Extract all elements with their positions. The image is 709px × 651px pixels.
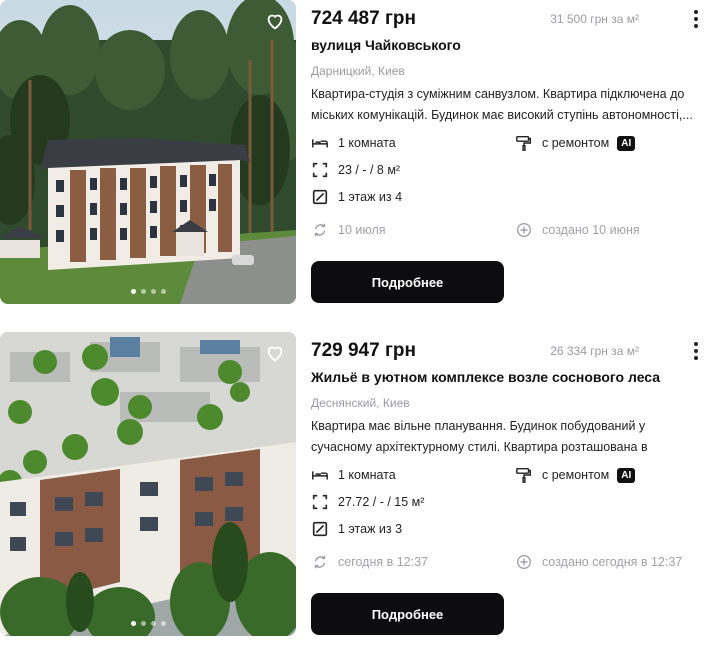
- complex-photo: [0, 332, 296, 636]
- condition-value: с ремонтом: [542, 136, 610, 150]
- favorite-heart-icon[interactable]: [264, 10, 286, 32]
- ai-badge: AI: [617, 135, 636, 151]
- area-corners-icon: [312, 162, 328, 178]
- floor-value: 1 этаж из 3: [338, 522, 403, 536]
- listing-info: 729 947 грн 26 334 грн за м² Жильё в уют…: [311, 332, 709, 636]
- stairs-icon: [312, 189, 328, 205]
- created-value: создано 10 июня: [542, 223, 640, 237]
- area-value: 27.72 / - / 15 м²: [338, 495, 425, 509]
- listing-card[interactable]: 724 487 грн 31 500 грн за м² вулиця Чайк…: [0, 0, 709, 304]
- listing-photo[interactable]: [0, 332, 296, 636]
- rooms-value: 1 комната: [338, 136, 396, 150]
- updated-row: сегодня в 12:37: [311, 553, 428, 571]
- listing-photo[interactable]: [0, 0, 296, 304]
- listing-title[interactable]: Жильё в уютном комплексе возле соснового…: [311, 369, 660, 385]
- price-per-m2: 31 500 грн за м²: [550, 12, 639, 26]
- area-value: 23 / - / 8 м²: [338, 163, 401, 177]
- area-row: 23 / - / 8 м²: [311, 161, 400, 179]
- created-row: создано сегодня в 12:37: [515, 553, 682, 571]
- photo-dot[interactable]: [140, 289, 146, 294]
- photo-dot[interactable]: [160, 289, 166, 294]
- favorite-heart-icon[interactable]: [264, 342, 286, 364]
- listing-location: Деснянский, Киев: [311, 396, 410, 410]
- condition-value: с ремонтом: [542, 468, 610, 482]
- refresh-icon: [314, 555, 326, 569]
- stairs-icon: [312, 521, 328, 537]
- plus-circle-icon: [516, 222, 532, 238]
- updated-value: сегодня в 12:37: [338, 555, 428, 569]
- photo-pagination: [0, 621, 296, 626]
- photo-dot[interactable]: [130, 289, 136, 294]
- rooms-value: 1 комната: [338, 468, 396, 482]
- bed-icon: [312, 139, 328, 148]
- condition-row: с ремонтом AI: [515, 134, 636, 152]
- paint-roller-icon: [516, 135, 532, 151]
- photo-dot[interactable]: [160, 621, 166, 626]
- building-photo: [0, 0, 296, 304]
- price-per-m2: 26 334 грн за м²: [550, 344, 639, 358]
- floor-row: 1 этаж из 3: [311, 520, 402, 538]
- paint-roller-icon: [516, 467, 532, 483]
- more-options-icon[interactable]: [693, 342, 699, 360]
- plus-circle-icon: [516, 554, 532, 570]
- rooms-row: 1 комната: [311, 134, 396, 152]
- created-row: создано 10 июня: [515, 221, 640, 239]
- ai-badge: AI: [617, 467, 636, 483]
- details-button[interactable]: Подробнее: [311, 261, 504, 303]
- listing-price: 724 487 грн: [311, 8, 416, 29]
- area-corners-icon: [312, 494, 328, 510]
- refresh-icon: [314, 223, 326, 237]
- photo-dot[interactable]: [140, 621, 146, 626]
- condition-row: с ремонтом AI: [515, 466, 636, 484]
- details-button[interactable]: Подробнее: [311, 593, 504, 635]
- listing-card[interactable]: 729 947 грн 26 334 грн за м² Жильё в уют…: [0, 332, 709, 636]
- rooms-row: 1 комната: [311, 466, 396, 484]
- more-options-icon[interactable]: [693, 10, 699, 28]
- listing-title[interactable]: вулиця Чайковського: [311, 37, 461, 53]
- listing-description: Квартира-студія з суміжним санвузлом. Кв…: [311, 87, 693, 122]
- listing-location: Дарницкий, Киев: [311, 64, 405, 78]
- floor-value: 1 этаж из 4: [338, 190, 403, 204]
- updated-row: 10 июля: [311, 221, 386, 239]
- floor-row: 1 этаж из 4: [311, 188, 402, 206]
- updated-value: 10 июля: [338, 223, 386, 237]
- listing-description: Квартира має вільне планування. Будинок …: [311, 419, 648, 454]
- bed-icon: [312, 471, 328, 480]
- photo-dot[interactable]: [150, 289, 156, 294]
- created-value: создано сегодня в 12:37: [542, 555, 683, 569]
- listing-price: 729 947 грн: [311, 340, 416, 361]
- listing-info: 724 487 грн 31 500 грн за м² вулиця Чайк…: [311, 0, 709, 304]
- photo-dot[interactable]: [130, 621, 136, 626]
- photo-pagination: [0, 289, 296, 294]
- photo-dot[interactable]: [150, 621, 156, 626]
- area-row: 27.72 / - / 15 м²: [311, 493, 424, 511]
